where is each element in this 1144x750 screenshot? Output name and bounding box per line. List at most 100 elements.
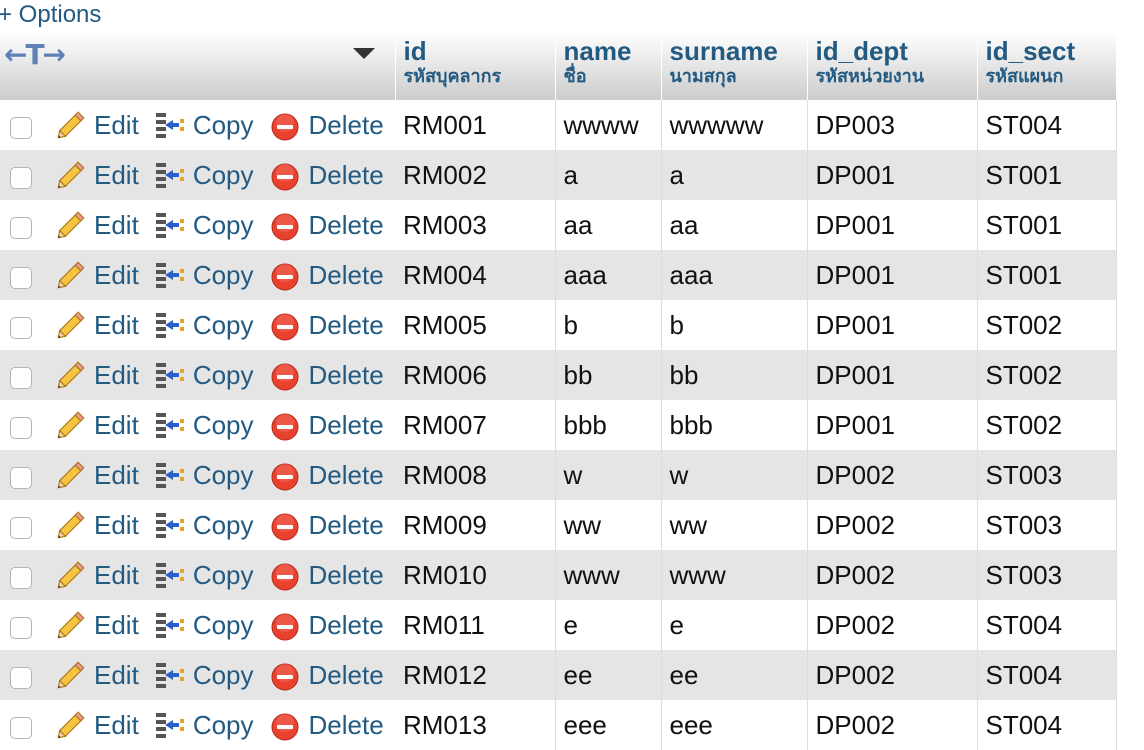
copy-action[interactable]: Copy	[153, 510, 254, 541]
column-header-link[interactable]: name	[564, 36, 661, 66]
edit-action[interactable]: Edit	[54, 210, 139, 241]
delete-action[interactable]: Delete	[270, 558, 384, 592]
row-checkbox[interactable]	[10, 167, 32, 189]
cell-id-dept[interactable]: DP002	[807, 700, 978, 750]
cell-name[interactable]: ee	[555, 650, 662, 700]
cell-id-sect[interactable]: ST004	[977, 650, 1117, 700]
cell-name[interactable]: e	[555, 600, 662, 650]
delete-action[interactable]: Delete	[270, 708, 384, 742]
cell-surname[interactable]: ww	[661, 500, 808, 550]
cell-name[interactable]: bb	[555, 350, 662, 400]
row-checkbox[interactable]	[10, 567, 32, 589]
cell-id-sect[interactable]: ST003	[977, 450, 1117, 500]
cell-name[interactable]: aaa	[555, 250, 662, 300]
sort-dropdown-icon[interactable]	[352, 48, 375, 59]
cell-id-dept[interactable]: DP002	[807, 600, 978, 650]
edit-action[interactable]: Edit	[54, 510, 139, 541]
cell-id-sect[interactable]: ST004	[977, 100, 1117, 150]
cell-id[interactable]: RM011	[395, 600, 556, 650]
cell-surname[interactable]: bbb	[661, 400, 808, 450]
delete-action[interactable]: Delete	[270, 658, 384, 692]
cell-id[interactable]: RM006	[395, 350, 556, 400]
cell-id[interactable]: RM005	[395, 300, 556, 350]
edit-action[interactable]: Edit	[54, 310, 139, 341]
copy-action[interactable]: Copy	[153, 710, 254, 741]
edit-action[interactable]: Edit	[54, 610, 139, 641]
row-checkbox[interactable]	[10, 367, 32, 389]
cell-id[interactable]: RM008	[395, 450, 556, 500]
delete-action[interactable]: Delete	[270, 308, 384, 342]
row-checkbox[interactable]	[10, 217, 32, 239]
cell-id-dept[interactable]: DP001	[807, 350, 978, 400]
cell-id-sect[interactable]: ST001	[977, 150, 1117, 200]
edit-action[interactable]: Edit	[54, 110, 139, 141]
column-header-link[interactable]: id	[404, 36, 555, 66]
cell-id-sect[interactable]: ST002	[977, 300, 1117, 350]
cell-id-dept[interactable]: DP001	[807, 400, 978, 450]
cell-id-sect[interactable]: ST002	[977, 400, 1117, 450]
cell-id-dept[interactable]: DP001	[807, 150, 978, 200]
cell-name[interactable]: aa	[555, 200, 662, 250]
delete-action[interactable]: Delete	[270, 458, 384, 492]
cell-id-sect[interactable]: ST001	[977, 200, 1117, 250]
delete-action[interactable]: Delete	[270, 608, 384, 642]
row-checkbox[interactable]	[10, 517, 32, 539]
cell-surname[interactable]: www	[661, 550, 808, 600]
cell-surname[interactable]: aaa	[661, 250, 808, 300]
delete-action[interactable]: Delete	[270, 358, 384, 392]
edit-action[interactable]: Edit	[54, 160, 139, 191]
copy-action[interactable]: Copy	[153, 360, 254, 391]
edit-action[interactable]: Edit	[54, 410, 139, 441]
edit-action[interactable]: Edit	[54, 460, 139, 491]
delete-action[interactable]: Delete	[270, 258, 384, 292]
cell-surname[interactable]: e	[661, 600, 808, 650]
cell-id[interactable]: RM007	[395, 400, 556, 450]
options-toggle-link[interactable]: + Options	[0, 0, 101, 30]
cell-surname[interactable]: w	[661, 450, 808, 500]
cell-surname[interactable]: wwwww	[661, 100, 808, 150]
copy-action[interactable]: Copy	[153, 560, 254, 591]
row-checkbox[interactable]	[10, 317, 32, 339]
edit-action[interactable]: Edit	[54, 260, 139, 291]
row-checkbox[interactable]	[10, 667, 32, 689]
cell-id[interactable]: RM010	[395, 550, 556, 600]
cell-surname[interactable]: b	[661, 300, 808, 350]
cell-id-dept[interactable]: DP002	[807, 450, 978, 500]
cell-id[interactable]: RM013	[395, 700, 556, 750]
cell-surname[interactable]: bb	[661, 350, 808, 400]
cell-id[interactable]: RM012	[395, 650, 556, 700]
copy-action[interactable]: Copy	[153, 260, 254, 291]
cell-id-sect[interactable]: ST001	[977, 250, 1117, 300]
edit-action[interactable]: Edit	[54, 710, 139, 741]
column-header-link[interactable]: id_sect	[986, 36, 1116, 66]
cell-id-sect[interactable]: ST003	[977, 550, 1117, 600]
cell-id-dept[interactable]: DP001	[807, 200, 978, 250]
cell-surname[interactable]: eee	[661, 700, 808, 750]
cell-id-dept[interactable]: DP003	[807, 100, 978, 150]
column-header-link[interactable]: surname	[670, 36, 807, 66]
cell-id-dept[interactable]: DP002	[807, 650, 978, 700]
cell-id[interactable]: RM004	[395, 250, 556, 300]
cell-id-dept[interactable]: DP001	[807, 300, 978, 350]
cell-name[interactable]: www	[555, 550, 662, 600]
cell-name[interactable]: b	[555, 300, 662, 350]
cell-name[interactable]: ww	[555, 500, 662, 550]
copy-action[interactable]: Copy	[153, 410, 254, 441]
cell-id-sect[interactable]: ST004	[977, 700, 1117, 750]
delete-action[interactable]: Delete	[270, 108, 384, 142]
row-checkbox[interactable]	[10, 117, 32, 139]
cell-id-sect[interactable]: ST003	[977, 500, 1117, 550]
cell-name[interactable]: bbb	[555, 400, 662, 450]
row-checkbox[interactable]	[10, 617, 32, 639]
cell-surname[interactable]: ee	[661, 650, 808, 700]
column-header-link[interactable]: id_dept	[816, 36, 977, 66]
row-checkbox[interactable]	[10, 467, 32, 489]
cell-name[interactable]: wwww	[555, 100, 662, 150]
row-checkbox[interactable]	[10, 717, 32, 739]
copy-action[interactable]: Copy	[153, 110, 254, 141]
row-checkbox[interactable]	[10, 267, 32, 289]
delete-action[interactable]: Delete	[270, 408, 384, 442]
delete-action[interactable]: Delete	[270, 158, 384, 192]
delete-action[interactable]: Delete	[270, 508, 384, 542]
cell-id-sect[interactable]: ST004	[977, 600, 1117, 650]
